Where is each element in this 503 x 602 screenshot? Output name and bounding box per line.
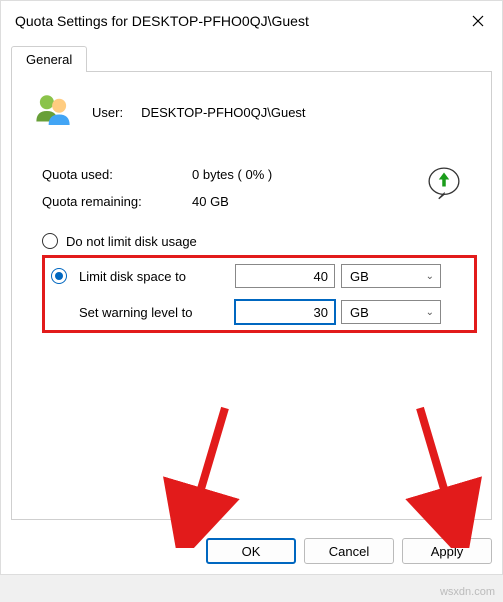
tab-panel-general: User: DESKTOP-PFHO0QJ\Guest Quota used: … [11,71,492,520]
quota-status-icon [423,162,465,207]
radio-no-limit-label: Do not limit disk usage [66,234,197,249]
close-icon [472,15,484,27]
warning-label: Set warning level to [79,305,229,320]
quota-info: Quota used: 0 bytes ( 0% ) Quota remaini… [42,167,477,209]
user-label: User: [92,105,123,120]
watermark: wsxdn.com [440,586,495,598]
tab-general[interactable]: General [11,46,87,72]
ok-button[interactable]: OK [206,538,296,564]
highlight-box: Limit disk space to GB ⌄ Set warning lev… [42,255,477,333]
limit-unit-value: GB [350,269,369,284]
radio-limit-label: Limit disk space to [79,269,229,284]
radio-limit[interactable] [51,268,67,284]
user-row: User: DESKTOP-PFHO0QJ\Guest [32,90,477,135]
window-title: Quota Settings for DESKTOP-PFHO0QJ\Guest [15,13,309,29]
warning-value-input[interactable] [235,300,335,324]
disk-limit-options: Do not limit disk usage Limit disk space… [42,229,477,333]
radio-icon [42,233,58,249]
chevron-down-icon: ⌄ [426,307,434,318]
limit-value-input[interactable] [235,264,335,288]
content-area: General User: DESKTOP-PFHO0QJ\Guest [1,41,502,530]
cancel-button[interactable]: Cancel [304,538,394,564]
user-value: DESKTOP-PFHO0QJ\Guest [141,105,305,120]
limit-unit-select[interactable]: GB ⌄ [341,264,441,288]
tab-strip: General [11,45,492,71]
apply-button[interactable]: Apply [402,538,492,564]
users-icon [32,90,74,135]
quota-remaining-label: Quota remaining: [42,194,192,209]
warning-unit-value: GB [350,305,369,320]
chevron-down-icon: ⌄ [426,271,434,282]
warning-unit-select[interactable]: GB ⌄ [341,300,441,324]
radio-no-limit[interactable]: Do not limit disk usage [42,229,477,253]
dialog-window: Quota Settings for DESKTOP-PFHO0QJ\Guest… [0,0,503,575]
dialog-buttons: OK Cancel Apply [1,530,502,574]
titlebar: Quota Settings for DESKTOP-PFHO0QJ\Guest [1,1,502,41]
quota-used-label: Quota used: [42,167,192,182]
close-button[interactable] [466,9,490,33]
